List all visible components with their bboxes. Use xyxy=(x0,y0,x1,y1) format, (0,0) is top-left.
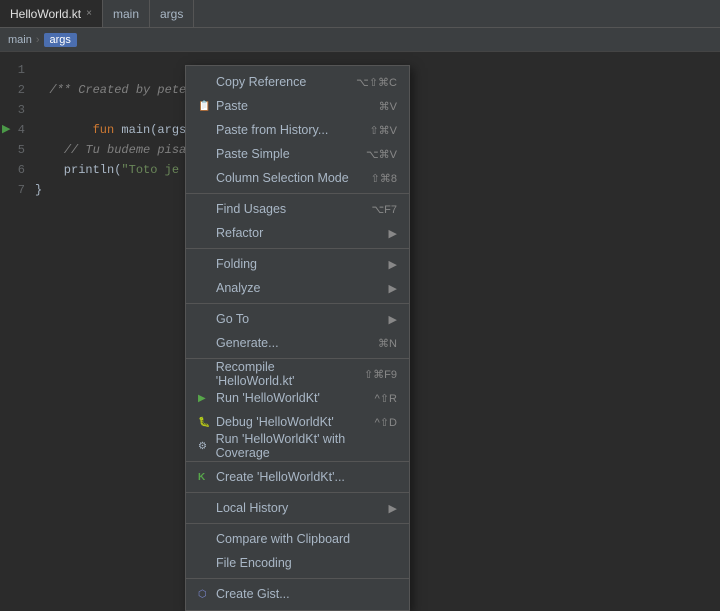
line-content-7: } xyxy=(35,183,42,197)
menu-analyze-label: Analyze xyxy=(216,281,260,295)
menu-copy-reference-label: Copy Reference xyxy=(216,75,306,89)
menu-recompile-label: Recompile 'HelloWorld.kt' xyxy=(216,360,354,388)
menu-column-selection[interactable]: Column Selection Mode ⇧⌘8 xyxy=(186,166,409,190)
menu-copy-reference[interactable]: Copy Reference ⌥⇧⌘C xyxy=(186,70,409,94)
menu-go-to[interactable]: Go To ▶ xyxy=(186,307,409,331)
separator-8 xyxy=(186,578,409,579)
menu-column-selection-label: Column Selection Mode xyxy=(216,171,349,185)
refactor-arrow-icon: ▶ xyxy=(389,227,397,240)
menu-debug-shortcut: ^⇧D xyxy=(375,416,397,429)
line-num-5: 5 xyxy=(0,143,35,157)
menu-analyze[interactable]: Analyze ▶ xyxy=(186,276,409,300)
menu-compare-clipboard[interactable]: Compare with Clipboard xyxy=(186,527,409,551)
menu-create-gist[interactable]: ⬡ Create Gist... xyxy=(186,582,409,606)
menu-find-usages-shortcut: ⌥F7 xyxy=(371,203,397,216)
line-num-1: 1 xyxy=(0,63,35,77)
paste-icon: 📋 xyxy=(198,101,212,112)
tab-helloworld[interactable]: HelloWorld.kt × xyxy=(0,0,103,27)
tab-args-label: args xyxy=(160,7,183,21)
menu-column-selection-shortcut: ⇧⌘8 xyxy=(371,172,397,185)
menu-file-encoding-label: File Encoding xyxy=(216,556,292,570)
menu-refactor-label: Refactor xyxy=(216,226,263,240)
menu-paste-history[interactable]: Paste from History... ⇧⌘V xyxy=(186,118,409,142)
context-menu: Copy Reference ⌥⇧⌘C 📋 Paste ⌘V Paste fro… xyxy=(185,65,410,611)
menu-recompile-shortcut: ⇧⌘F9 xyxy=(364,368,397,381)
tab-bar: HelloWorld.kt × main args xyxy=(0,0,720,28)
menu-local-history-label: Local History xyxy=(216,501,288,515)
menu-paste-simple[interactable]: Paste Simple ⌥⌘V xyxy=(186,142,409,166)
line-num-3: 3 xyxy=(0,103,35,117)
separator-7 xyxy=(186,523,409,524)
separator-5 xyxy=(186,461,409,462)
menu-local-history[interactable]: Local History ▶ xyxy=(186,496,409,520)
menu-run[interactable]: ▶ Run 'HelloWorldKt' ^⇧R xyxy=(186,386,409,410)
run-gutter-icon[interactable]: ▶ xyxy=(2,122,10,135)
breadcrumb-item-args[interactable]: args xyxy=(44,33,77,47)
menu-copy-reference-shortcut: ⌥⇧⌘C xyxy=(356,76,397,89)
menu-paste[interactable]: 📋 Paste ⌘V xyxy=(186,94,409,118)
menu-paste-simple-shortcut: ⌥⌘V xyxy=(366,148,397,161)
menu-paste-label: Paste xyxy=(216,99,248,113)
go-to-arrow-icon: ▶ xyxy=(389,313,397,326)
tab-main-label: main xyxy=(113,7,139,21)
run-coverage-icon: ⚙ xyxy=(198,441,212,452)
run-icon: ▶ xyxy=(198,393,212,404)
menu-file-encoding[interactable]: File Encoding xyxy=(186,551,409,575)
menu-paste-simple-label: Paste Simple xyxy=(216,147,290,161)
menu-run-coverage-label: Run 'HelloWorldKt' with Coverage xyxy=(216,432,397,460)
local-history-arrow-icon: ▶ xyxy=(389,502,397,515)
menu-paste-history-shortcut: ⇧⌘V xyxy=(369,124,397,137)
menu-refactor[interactable]: Refactor ▶ xyxy=(186,221,409,245)
tab-close-icon[interactable]: × xyxy=(86,8,92,19)
menu-generate-label: Generate... xyxy=(216,336,279,350)
menu-recompile[interactable]: Recompile 'HelloWorld.kt' ⇧⌘F9 xyxy=(186,362,409,386)
create-icon: K xyxy=(198,472,212,483)
menu-debug[interactable]: 🐛 Debug 'HelloWorldKt' ^⇧D xyxy=(186,410,409,434)
menu-create[interactable]: K Create 'HelloWorldKt'... xyxy=(186,465,409,489)
tab-args[interactable]: args xyxy=(150,0,194,27)
menu-paste-shortcut: ⌘V xyxy=(379,100,397,113)
menu-compare-clipboard-label: Compare with Clipboard xyxy=(216,532,350,546)
line-content-6: println("Toto je m xyxy=(35,163,193,177)
separator-2 xyxy=(186,248,409,249)
menu-create-label: Create 'HelloWorldKt'... xyxy=(216,470,345,484)
menu-folding[interactable]: Folding ▶ xyxy=(186,252,409,276)
menu-folding-label: Folding xyxy=(216,257,257,271)
tab-label: HelloWorld.kt xyxy=(10,7,81,21)
menu-run-label: Run 'HelloWorldKt' xyxy=(216,391,320,405)
line-num-6: 6 xyxy=(0,163,35,177)
analyze-arrow-icon: ▶ xyxy=(389,282,397,295)
menu-find-usages[interactable]: Find Usages ⌥F7 xyxy=(186,197,409,221)
line-num-7: 7 xyxy=(0,183,35,197)
menu-generate-shortcut: ⌘N xyxy=(378,337,397,350)
menu-debug-label: Debug 'HelloWorldKt' xyxy=(216,415,334,429)
menu-go-to-label: Go To xyxy=(216,312,249,326)
breadcrumb-separator: › xyxy=(36,34,40,46)
breadcrumb: main › args xyxy=(0,28,720,52)
debug-icon: 🐛 xyxy=(198,417,212,428)
breadcrumb-item-main[interactable]: main xyxy=(8,34,32,46)
folding-arrow-icon: ▶ xyxy=(389,258,397,271)
menu-generate[interactable]: Generate... ⌘N xyxy=(186,331,409,355)
gist-icon: ⬡ xyxy=(198,589,212,600)
separator-6 xyxy=(186,492,409,493)
menu-find-usages-label: Find Usages xyxy=(216,202,286,216)
separator-4 xyxy=(186,358,409,359)
line-num-2: 2 xyxy=(0,83,35,97)
editor-area: HelloWorld.kt × main args main › args 1 … xyxy=(0,0,720,543)
menu-create-gist-label: Create Gist... xyxy=(216,587,290,601)
separator-1 xyxy=(186,193,409,194)
menu-paste-history-label: Paste from History... xyxy=(216,123,328,137)
tab-main[interactable]: main xyxy=(103,0,150,27)
separator-3 xyxy=(186,303,409,304)
menu-run-shortcut: ^⇧R xyxy=(375,392,397,405)
menu-run-coverage[interactable]: ⚙ Run 'HelloWorldKt' with Coverage xyxy=(186,434,409,458)
